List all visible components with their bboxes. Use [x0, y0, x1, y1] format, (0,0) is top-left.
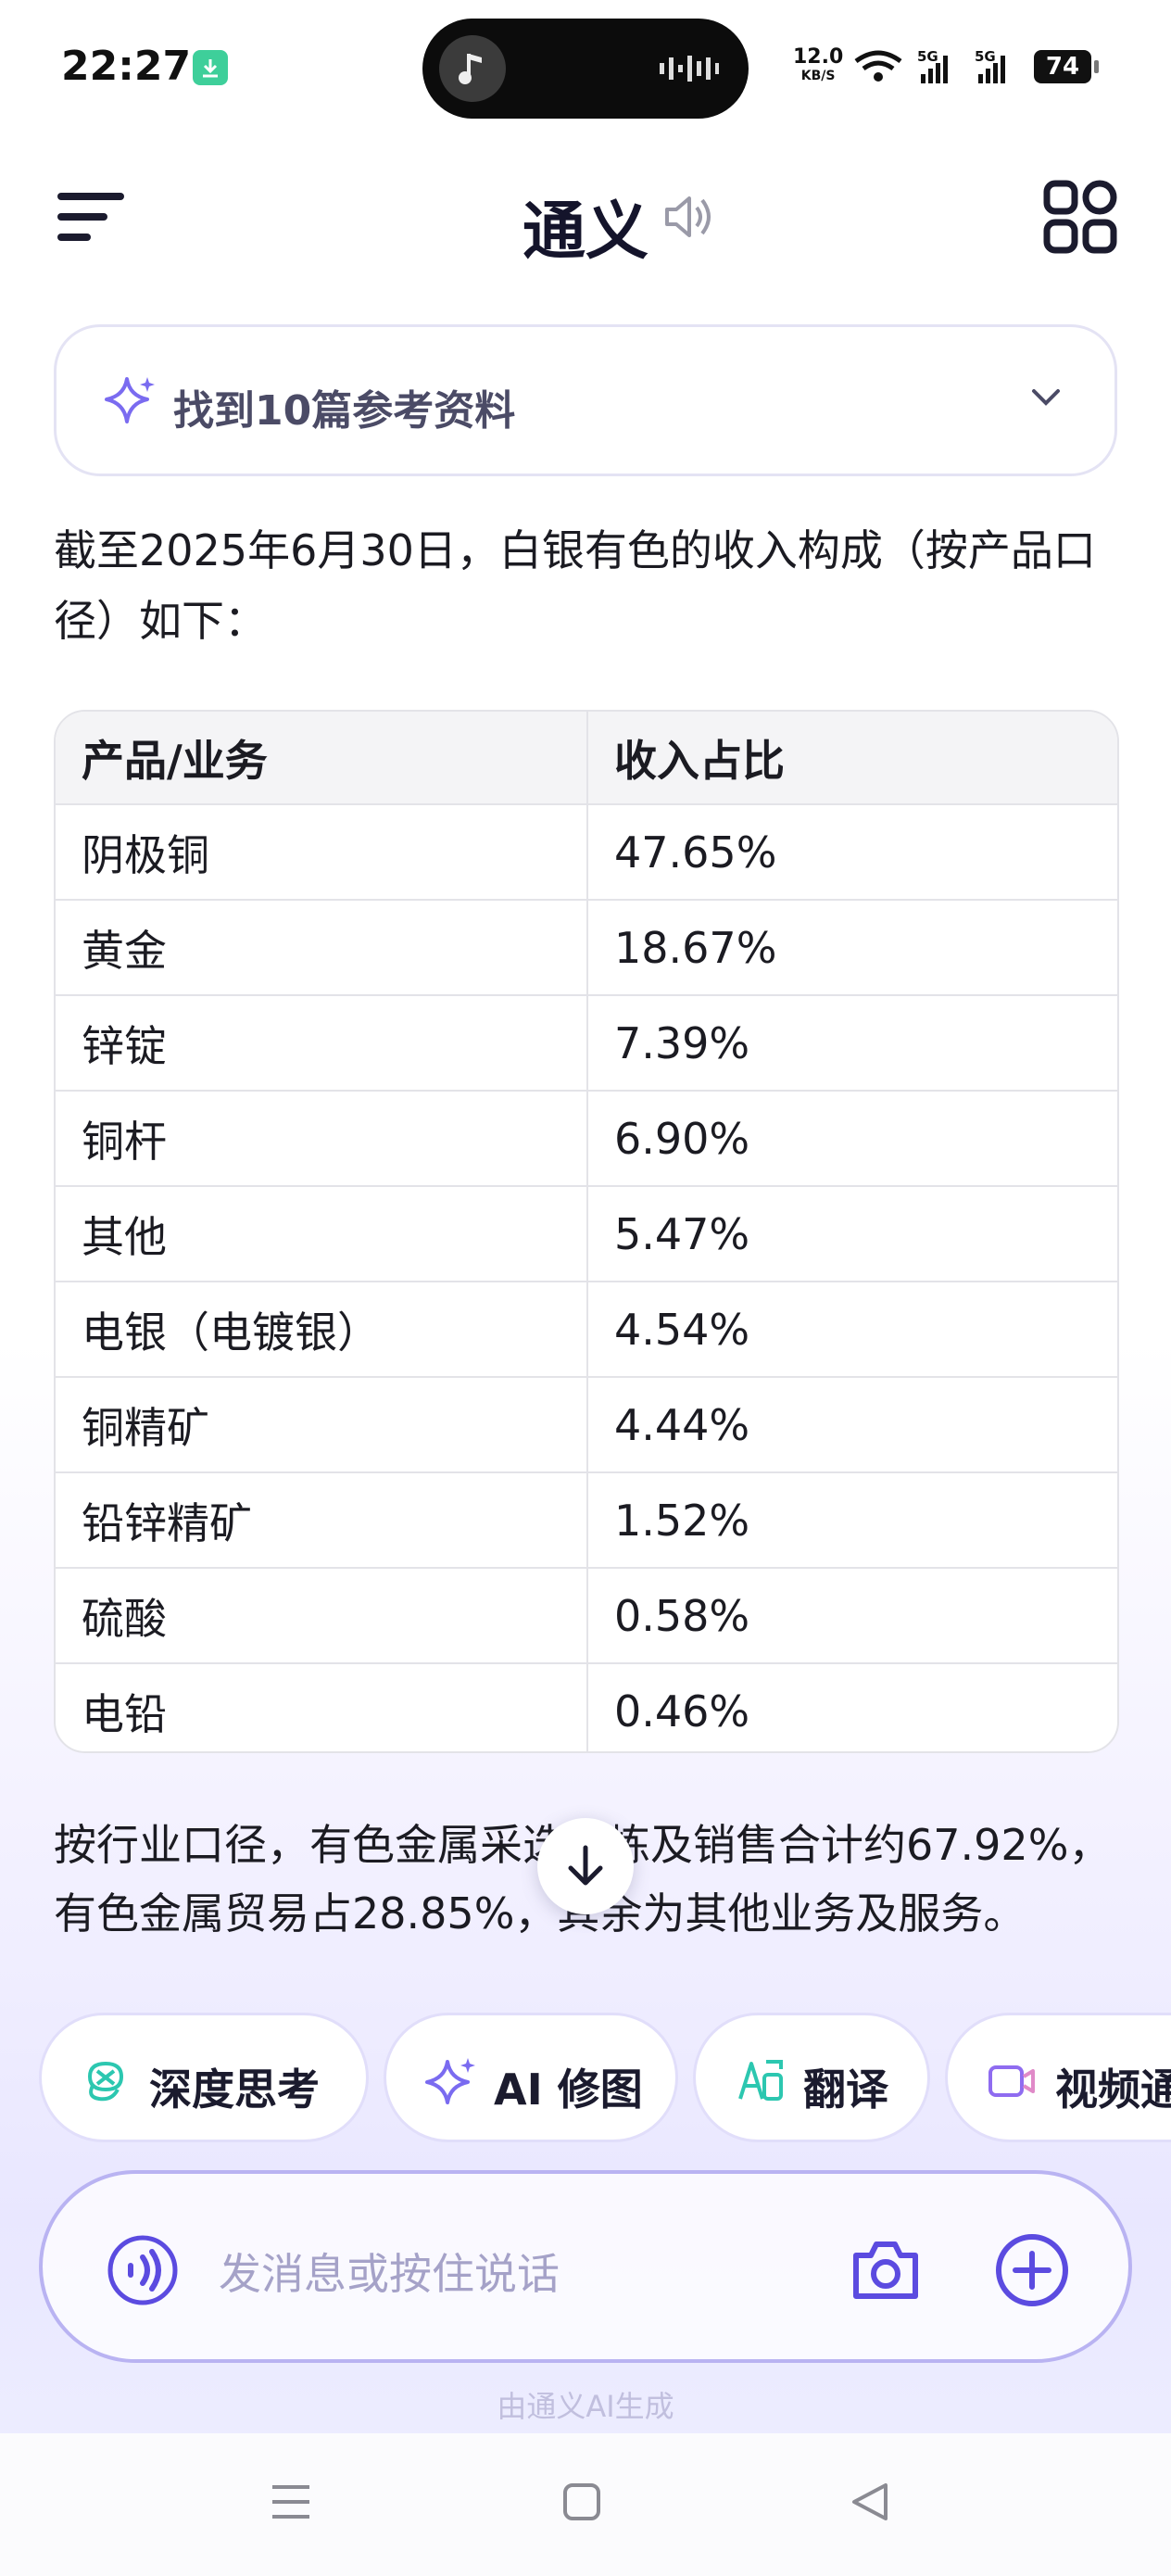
share-cell: 0.46%: [614, 1686, 750, 1736]
audio-wave-icon: [660, 56, 719, 82]
share-cell: 0.58%: [587, 1568, 1117, 1664]
table-row: 铜精矿 4.44%: [56, 1377, 1117, 1473]
chevron-down-icon: [1032, 389, 1060, 406]
table-row: 铜杆 6.90%: [56, 1091, 1117, 1187]
status-time: 22:27: [61, 43, 192, 90]
status-icons: 5G 5G: [852, 46, 1028, 91]
ai-generated-note: 由通义AI生成: [497, 2389, 674, 2424]
product-cell: 硫酸: [56, 1568, 588, 1664]
arrow-down-icon: [568, 1845, 603, 1886]
translate-icon: [738, 2060, 783, 2101]
camera-icon: [853, 2241, 918, 2299]
music-note-icon: [439, 35, 506, 102]
battery-indicator: 74: [1034, 50, 1099, 83]
chip-label: 翻译: [803, 2065, 888, 2115]
share-cell: 4.44%: [587, 1377, 1117, 1473]
column-header: 产品/业务: [56, 712, 588, 805]
share-cell: 5.47%: [587, 1186, 1117, 1282]
share-cell: 4.54%: [587, 1282, 1117, 1378]
network-speed: 12.0 KB/S: [793, 45, 844, 84]
apps-grid-icon[interactable]: [1043, 180, 1117, 254]
product-cell: 锌锭: [56, 995, 588, 1092]
status-bar: 22:27 12.0 KB/S 5G 5G 74: [0, 0, 1171, 139]
quick-action-chips: 深度思考 AI 修图 翻译 视频通话: [0, 2013, 1171, 2144]
table-row: 锌锭 7.39%: [56, 995, 1117, 1092]
deep-think-icon: [87, 2061, 124, 2102]
product-cell: 铅锌精矿: [56, 1472, 588, 1569]
table-row: 硫酸 0.58%: [56, 1568, 1117, 1664]
product-cell: 电银（电镀银）: [56, 1282, 588, 1378]
sparkle-icon: [425, 2058, 475, 2104]
product-cell: 电铅: [56, 1663, 588, 1751]
answer-intro: 截至2025年6月30日，白银有色的收入构成（按产品口径）如下：: [54, 525, 1096, 646]
voice-input-button[interactable]: [106, 2233, 180, 2311]
message-input-bar[interactable]: 发消息或按住说话: [39, 2170, 1132, 2363]
product-cell: 铜杆: [56, 1091, 588, 1187]
system-nav-bar: [0, 2433, 1171, 2576]
share-cell: 7.39%: [587, 995, 1117, 1092]
table-header-row: 产品/业务 收入占比: [56, 712, 1117, 805]
revenue-table: 产品/业务 收入占比 阴极铜 47.65% 黄金 18.67% 锌锭 7.39% 铜杆…: [54, 710, 1119, 1753]
column-header: 收入占比: [587, 712, 1117, 805]
product-cell: 铜精矿: [56, 1377, 588, 1473]
chip-translate[interactable]: 翻译: [693, 2013, 930, 2142]
video-call-icon: [988, 2065, 1035, 2097]
product-cell: 阴极铜: [56, 804, 588, 901]
share-cell: 18.67%: [587, 900, 1117, 996]
chip-deep-think[interactable]: 深度思考: [39, 2013, 369, 2142]
references-label: 找到10篇参考资料: [173, 387, 516, 435]
camera-button[interactable]: [849, 2233, 923, 2311]
share-cell: 1.52%: [587, 1472, 1117, 1569]
sparkle-icon: [105, 377, 155, 423]
scroll-to-bottom-button[interactable]: [537, 1818, 634, 1914]
chip-label: 深度思考: [149, 2065, 320, 2115]
plus-icon: [996, 2234, 1068, 2306]
table-row: 黄金 18.67%: [56, 900, 1117, 996]
table-row: 电银（电镀银） 4.54%: [56, 1282, 1117, 1378]
speaker-icon[interactable]: [663, 189, 715, 248]
references-panel[interactable]: 找到10篇参考资料: [54, 324, 1117, 476]
page-title: 通义: [522, 196, 648, 269]
table-row: 铅锌精矿 1.52%: [56, 1472, 1117, 1569]
back-icon[interactable]: [849, 2480, 893, 2524]
download-icon: [193, 50, 228, 85]
dynamic-island[interactable]: [422, 19, 749, 119]
chip-video-call[interactable]: 视频通话: [945, 2013, 1171, 2142]
svg-text:5G: 5G: [975, 48, 996, 65]
voice-wave-icon: [107, 2235, 178, 2305]
product-cell: 黄金: [56, 900, 588, 996]
chip-label: AI 修图: [494, 2065, 643, 2115]
chip-label: 视频通话: [1055, 2065, 1171, 2115]
product-cell: 其他: [56, 1186, 588, 1282]
svg-text:5G: 5G: [917, 48, 938, 65]
table-row: 电铅 0.46%: [56, 1663, 1117, 1751]
table-row: 其他 5.47%: [56, 1186, 1117, 1282]
chip-ai-retouch[interactable]: AI 修图: [384, 2013, 678, 2142]
home-icon[interactable]: [560, 2480, 604, 2524]
table-row: 阴极铜 47.65%: [56, 804, 1117, 901]
share-cell: 47.65%: [587, 804, 1117, 901]
add-attachment-button[interactable]: [993, 2231, 1071, 2313]
app-header: 通义: [0, 167, 1171, 269]
recent-apps-icon[interactable]: [269, 2480, 313, 2524]
share-cell: 6.90%: [587, 1091, 1117, 1187]
message-input[interactable]: 发消息或按住说话: [219, 2241, 560, 2302]
